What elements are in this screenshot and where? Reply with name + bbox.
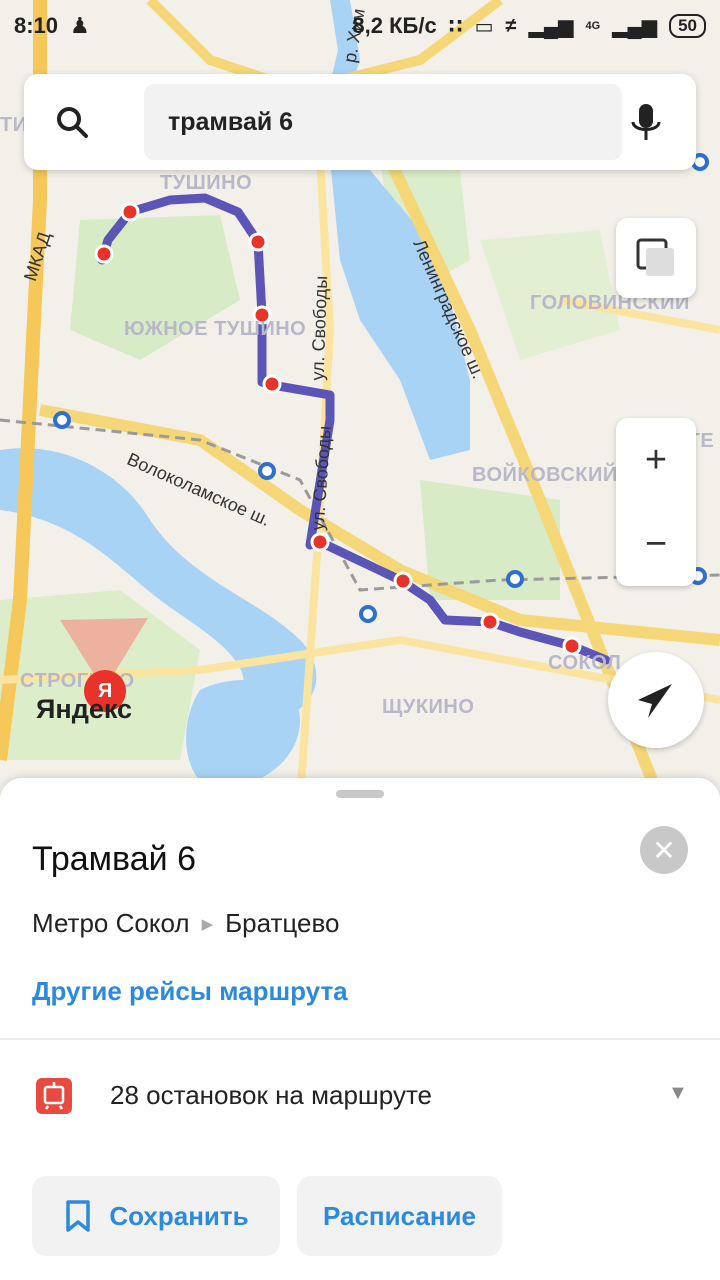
toggle-icon: ▭: [474, 15, 494, 38]
schedule-label: Расписание: [323, 1200, 476, 1231]
metro-station-icon[interactable]: [359, 605, 377, 623]
network-speed: 8,2 КБ/с: [352, 13, 437, 38]
bluetooth-icon: ∷: [448, 15, 463, 38]
search-input[interactable]: трамвай 6: [144, 84, 622, 160]
route-stop[interactable]: [310, 532, 330, 552]
play-arrow-icon: ▶: [201, 915, 214, 933]
stops-count: 28 остановок на маршруте: [110, 1080, 433, 1110]
schedule-button[interactable]: Расписание: [297, 1176, 502, 1256]
layers-button[interactable]: [616, 218, 696, 298]
sheet-drag-handle[interactable]: [336, 790, 384, 798]
metro-station-icon[interactable]: [258, 462, 276, 480]
tram-icon: [36, 1078, 72, 1114]
status-bar: 8:10 ♟ 8,2 КБ/с ∷ ▭ ≠ ▂▄▆ 4G ▂▄▆ 50: [0, 0, 720, 52]
yandex-logo: Яндекс: [36, 694, 133, 724]
zoom-out-button[interactable]: −: [616, 502, 696, 586]
zoom-controls: + −: [616, 418, 696, 586]
route-stop[interactable]: [480, 612, 500, 632]
route-stop[interactable]: [120, 202, 140, 222]
metro-station-icon[interactable]: [53, 411, 71, 429]
battery-indicator: 50: [669, 14, 706, 38]
route-stop[interactable]: [248, 232, 268, 252]
route-title: Трамвай 6: [32, 840, 196, 878]
divider: [0, 1038, 720, 1040]
search-bar[interactable]: трамвай 6: [24, 74, 696, 170]
layers-icon: [636, 238, 674, 276]
map-view[interactable]: ТУШИНО ЮЖНОЕ ТУШИНО ГОЛОВИНСКИЙ ВОЙКОВСК…: [0, 0, 720, 800]
route-stop[interactable]: [262, 374, 282, 394]
district-label-tushino: ТУШИНО: [160, 172, 253, 194]
save-label: Сохранить: [109, 1200, 249, 1231]
metro-station-icon[interactable]: [506, 570, 524, 588]
route-stop[interactable]: [94, 244, 114, 264]
search-icon[interactable]: [54, 104, 90, 140]
close-button[interactable]: ✕: [640, 826, 688, 874]
district-label-voykovsky: ВОЙКОВСКИЙ: [472, 464, 618, 486]
my-location-button[interactable]: [608, 652, 704, 748]
zoom-in-button[interactable]: +: [616, 418, 696, 502]
route-direction: Метро Сокол ▶ Братцево: [32, 908, 339, 939]
route-to: Братцево: [225, 908, 340, 938]
microphone-icon[interactable]: [626, 102, 666, 142]
navigation-arrow-icon: [638, 684, 672, 718]
signal-icon: ▂▄▆: [612, 15, 658, 38]
route-stop[interactable]: [393, 571, 413, 591]
close-icon: ✕: [652, 834, 676, 866]
street-label-svobody: ул. Свободы: [307, 275, 332, 381]
bell-off-icon: ≠: [505, 14, 517, 37]
stops-expander[interactable]: 28 остановок на маршруте ▼: [0, 1060, 720, 1136]
district-label-schukino: ЩУКИНО: [382, 696, 475, 718]
network-type: 4G: [585, 20, 601, 32]
save-button[interactable]: Сохранить: [32, 1176, 280, 1256]
route-from: Метро Сокол: [32, 908, 190, 938]
chevron-down-icon[interactable]: ▼: [668, 1082, 688, 1105]
status-time: 8:10: [14, 13, 59, 38]
bookmark-icon: [66, 1200, 91, 1232]
other-trips-link[interactable]: Другие рейсы маршрута: [32, 976, 348, 1007]
signal-icon: ▂▄▆: [528, 15, 574, 38]
route-card: Трамвай 6 ✕ Метро Сокол ▶ Братцево Други…: [0, 778, 720, 1280]
lake: [186, 680, 300, 790]
district-label-south-tushino: ЮЖНОЕ ТУШИНО: [124, 318, 307, 340]
person-icon: ♟: [70, 13, 90, 38]
